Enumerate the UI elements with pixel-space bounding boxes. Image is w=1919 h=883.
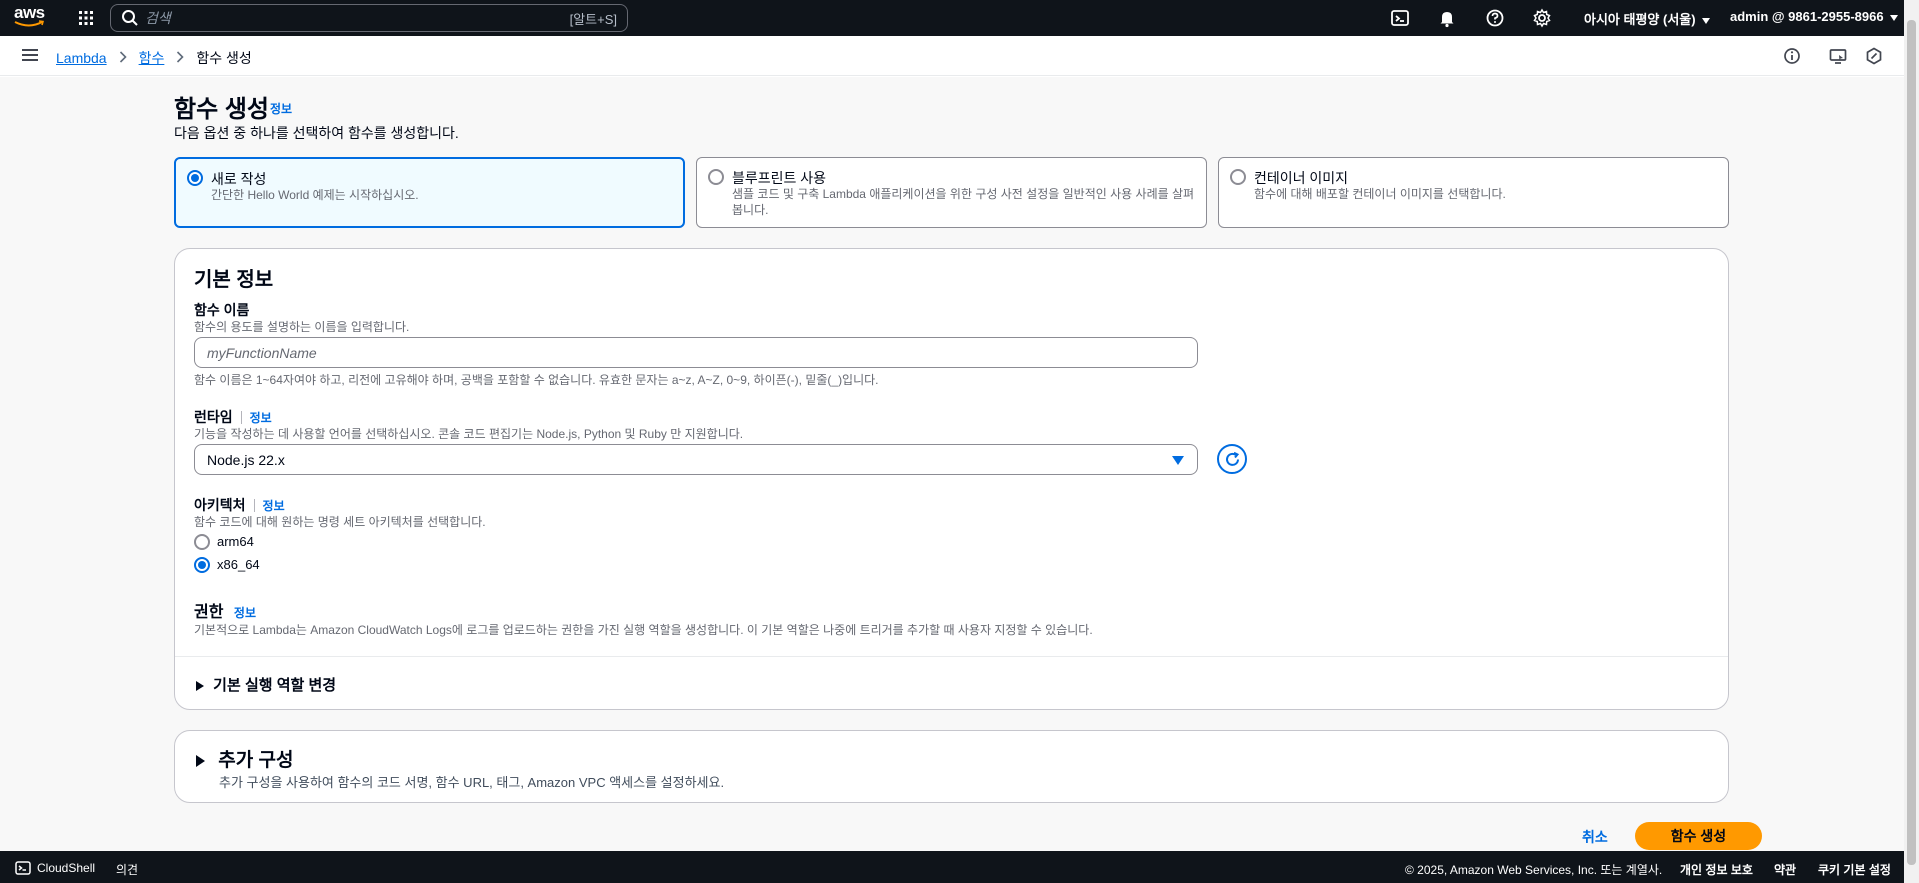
architecture-info-link[interactable]: 정보 bbox=[263, 499, 285, 513]
permissions-label-row: 권한 정보 bbox=[194, 598, 256, 622]
refresh-button[interactable] bbox=[1217, 444, 1247, 474]
page-title: 함수 생성 bbox=[174, 96, 269, 123]
execution-role-expander[interactable]: 기본 실행 역할 변경 bbox=[196, 674, 336, 695]
search-shortcut: [알트+S] bbox=[569, 11, 617, 27]
copyright-text: © 2025, Amazon Web Services, Inc. 또는 계열사… bbox=[1405, 863, 1663, 877]
bell-icon[interactable] bbox=[1437, 8, 1457, 28]
caret-down-icon bbox=[1701, 17, 1710, 24]
page-scrollbar[interactable] bbox=[1904, 0, 1919, 883]
caret-right-icon bbox=[196, 754, 205, 767]
cloudshell-label: CloudShell bbox=[37, 861, 96, 875]
function-name-field[interactable] bbox=[194, 337, 1198, 368]
settings-hex-icon[interactable] bbox=[1864, 46, 1884, 66]
aws-logo[interactable]: aws bbox=[14, 4, 50, 32]
top-navigation: aws [알트+S] 아시아 태평양 (서울) bbox=[0, 0, 1904, 36]
permissions-description: 기본적으로 Lambda는 Amazon CloudWatch Logs에 로그… bbox=[194, 623, 1093, 637]
function-name-input[interactable] bbox=[195, 338, 1197, 367]
option-use-blueprint[interactable]: 블루프린트 사용 샘플 코드 및 구축 Lambda 애플리케이션을 위한 구성… bbox=[696, 157, 1207, 228]
refresh-icon bbox=[1226, 451, 1240, 466]
option-author-from-scratch[interactable]: 새로 작성 간단한 Hello World 예제는 시작하십시오. bbox=[174, 157, 685, 228]
radio-unselected[interactable] bbox=[1230, 169, 1246, 185]
footer-terms-link[interactable]: 약관 bbox=[1774, 861, 1796, 878]
caret-right-icon bbox=[196, 681, 204, 692]
search-icon bbox=[122, 10, 138, 26]
menu-icon[interactable] bbox=[22, 48, 38, 62]
basic-info-title: 기본 정보 bbox=[194, 269, 274, 291]
region-selector[interactable]: 아시아 태평양 (서울) bbox=[1584, 9, 1710, 28]
account-menu[interactable]: admin @ 9861-2955-8966 bbox=[1730, 9, 1898, 24]
aws-logo-text: aws bbox=[14, 3, 45, 22]
divider bbox=[240, 411, 242, 424]
radio-selected[interactable] bbox=[187, 170, 203, 186]
runtime-value: Node.js 22.x bbox=[207, 452, 285, 468]
option-container-image[interactable]: 컨테이너 이미지 함수에 대해 배포할 컨테이너 이미지를 선택합니다. bbox=[1218, 157, 1729, 228]
option-label: 컨테이너 이미지 bbox=[1254, 170, 1349, 186]
info-circle-icon[interactable] bbox=[1782, 46, 1802, 66]
radio-unselected[interactable] bbox=[708, 169, 724, 185]
caret-down-icon bbox=[1172, 456, 1184, 465]
function-name-description: 함수의 용도를 설명하는 이름을 입력합니다. bbox=[194, 320, 410, 334]
architecture-description: 함수 코드에 대해 원하는 명령 세트 아키텍처를 선택합니다. bbox=[194, 515, 486, 529]
breadcrumb-lambda[interactable]: Lambda bbox=[56, 50, 107, 66]
breadcrumb-current: 함수 생성 bbox=[196, 50, 252, 66]
permissions-label: 권한 bbox=[194, 604, 224, 621]
runtime-description: 기능을 작성하는 데 사용할 언어를 선택하십시오. 콘솔 코드 편집기는 No… bbox=[194, 427, 744, 441]
option-label: 블루프린트 사용 bbox=[732, 170, 827, 186]
gear-icon[interactable] bbox=[1532, 8, 1552, 28]
radio-unselected[interactable] bbox=[194, 534, 210, 550]
additional-config-expander[interactable]: 추가 구성 bbox=[196, 745, 293, 772]
option-description: 함수에 대해 배포할 컨테이너 이미지를 선택합니다. bbox=[1254, 187, 1506, 201]
execution-role-label: 기본 실행 역할 변경 bbox=[213, 677, 337, 694]
permissions-info-link[interactable]: 정보 bbox=[234, 606, 256, 620]
page-description: 다음 옵션 중 하나를 선택하여 함수를 생성합니다. bbox=[174, 125, 459, 141]
architecture-option-label: arm64 bbox=[217, 534, 254, 549]
breadcrumb-bar: Lambda 함수 함수 생성 bbox=[0, 36, 1904, 76]
architecture-label-row: 아키텍처 정보 bbox=[194, 495, 285, 515]
caret-down-icon bbox=[1889, 14, 1898, 21]
footer: CloudShell 의견 © 2025, Amazon Web Service… bbox=[0, 851, 1904, 883]
architecture-option-label: x86_64 bbox=[217, 557, 260, 572]
additional-config-description: 추가 구성을 사용하여 함수의 코드 서명, 함수 URL, 태그, Amazo… bbox=[219, 775, 725, 790]
cloudshell-icon bbox=[15, 861, 31, 875]
divider bbox=[253, 499, 255, 512]
chevron-right-icon bbox=[119, 50, 127, 66]
region-label: 아시아 태평양 (서울) bbox=[1584, 12, 1696, 27]
help-icon[interactable] bbox=[1485, 8, 1505, 28]
option-label: 새로 작성 bbox=[211, 171, 267, 187]
function-name-hint: 함수 이름은 1~64자여야 하고, 리전에 고유해야 하며, 공백을 포함할 … bbox=[194, 373, 879, 387]
cloudshell-icon[interactable] bbox=[1390, 8, 1410, 28]
radio-selected[interactable] bbox=[194, 557, 210, 573]
footer-cookie-link[interactable]: 쿠키 기본 설정 bbox=[1818, 861, 1891, 878]
footer-privacy-link[interactable]: 개인 정보 보호 bbox=[1680, 861, 1753, 878]
runtime-select[interactable]: Node.js 22.x bbox=[194, 444, 1198, 475]
runtime-label: 런타임 bbox=[194, 409, 233, 425]
search-input[interactable] bbox=[145, 10, 545, 26]
cloudshell-button[interactable]: CloudShell bbox=[15, 860, 95, 876]
runtime-label-row: 런타임 정보 bbox=[194, 407, 272, 427]
additional-config-panel bbox=[174, 730, 1729, 803]
runtime-info-link[interactable]: 정보 bbox=[250, 411, 272, 425]
monitor-icon[interactable] bbox=[1828, 46, 1848, 66]
create-function-button[interactable]: 함수 생성 bbox=[1635, 822, 1762, 850]
breadcrumb-functions[interactable]: 함수 bbox=[139, 48, 165, 68]
function-name-label: 함수 이름 bbox=[194, 302, 250, 318]
scrollbar-thumb[interactable] bbox=[1907, 20, 1916, 865]
services-grid-icon[interactable] bbox=[76, 8, 96, 28]
section-divider bbox=[175, 656, 1728, 657]
additional-config-title: 추가 구성 bbox=[218, 750, 294, 771]
option-description: 간단한 Hello World 예제는 시작하십시오. bbox=[211, 188, 419, 202]
breadcrumb: Lambda 함수 함수 생성 bbox=[56, 48, 252, 68]
option-description: 샘플 코드 및 구축 Lambda 애플리케이션을 위한 구성 사전 설정을 일… bbox=[732, 187, 1195, 217]
architecture-label: 아키텍처 bbox=[194, 497, 246, 513]
search-bar[interactable]: [알트+S] bbox=[110, 4, 628, 32]
cancel-button[interactable]: 취소 bbox=[1582, 827, 1608, 847]
account-label: admin @ 9861-2955-8966 bbox=[1730, 9, 1884, 24]
title-info-link[interactable]: 정보 bbox=[270, 100, 292, 117]
feedback-link[interactable]: 의견 bbox=[116, 861, 138, 878]
chevron-right-icon bbox=[176, 50, 184, 66]
